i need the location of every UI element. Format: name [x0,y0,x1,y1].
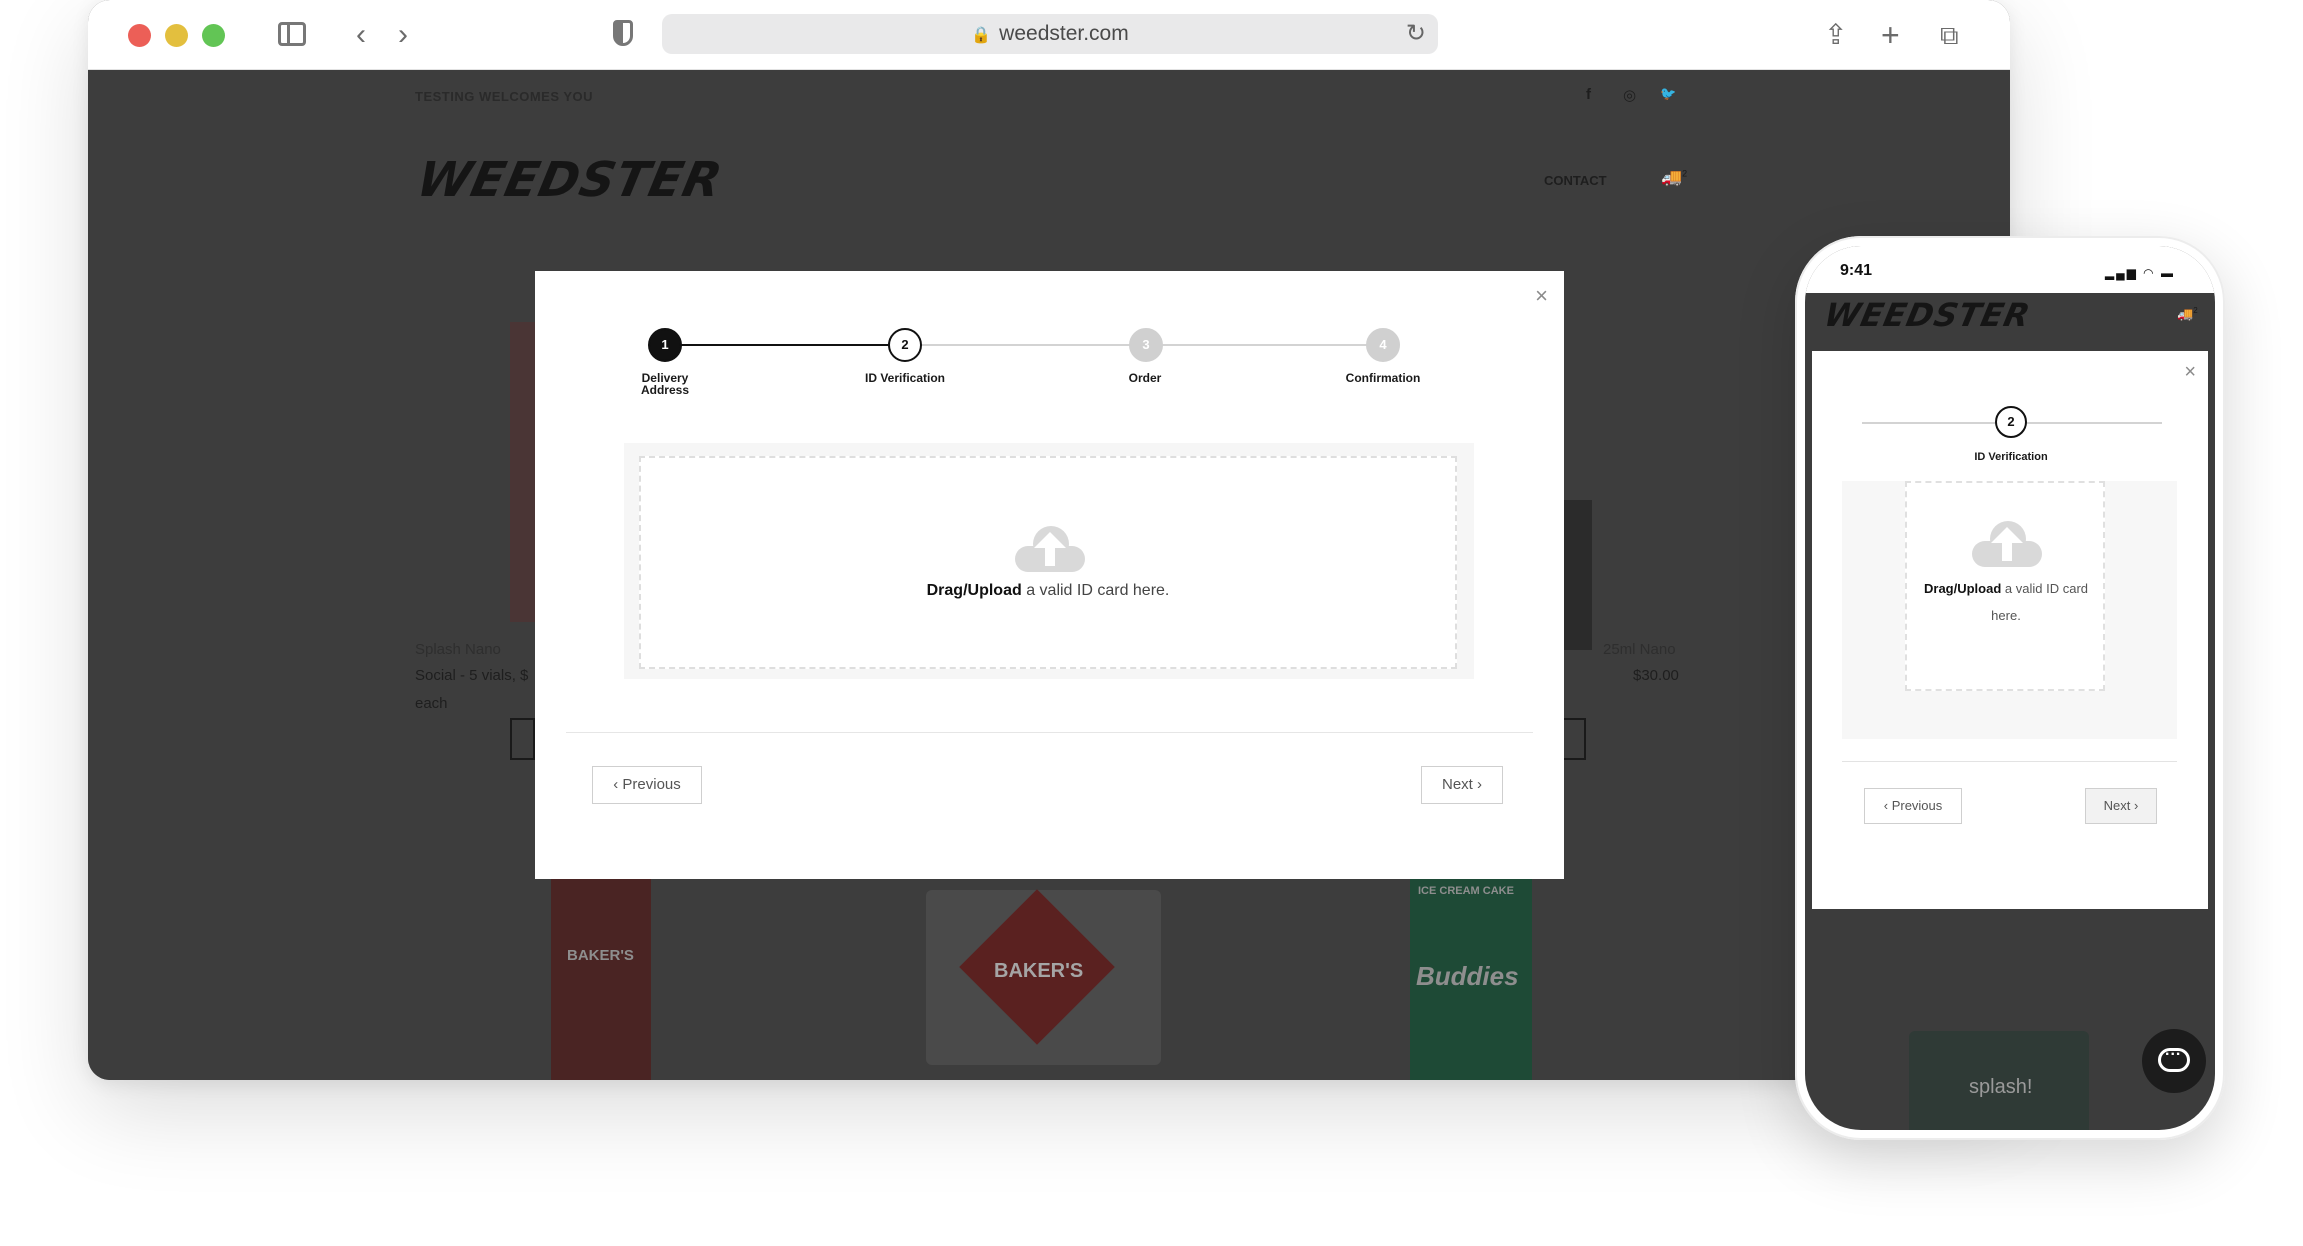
upload-area: Drag/Upload a valid ID card here. [624,443,1474,679]
privacy-shield-icon[interactable] [613,20,633,46]
phone-site-logo[interactable]: WEEDSTER [1821,296,2034,334]
step-1-label: Delivery Address [640,371,690,397]
chevron-right-icon: › [1472,776,1482,793]
phone-divider [1842,761,2177,762]
phone-upload-instructions: Drag/Upload a valid ID card here. [1917,575,2095,629]
step-1-indicator[interactable]: 1 [648,328,682,362]
close-icon[interactable]: × [1535,283,1548,309]
close-window-button[interactable] [128,24,151,47]
stepper-line-done [665,344,905,346]
nav-contact-link[interactable]: CONTACT [1544,173,1607,188]
product-image-bakers-tube[interactable]: BAKER'S [551,879,651,1080]
pack-label: ICE CREAM CAKE [1418,885,1514,897]
phone-step-label: ID Verification [1974,451,2048,463]
site-logo[interactable]: WEEDSTER [412,152,727,208]
product-name: 25ml Nano [1603,641,1676,658]
phone-pack-label: splash! [1969,1076,2033,1098]
pack-label: BAKER'S [994,960,1084,982]
share-icon[interactable]: ⇪ [1824,17,1847,53]
phone-upload-bold: Drag/Upload [1924,581,2002,596]
chat-button[interactable] [2142,1029,2206,1093]
phone-cart-icon[interactable]: 🚚2 [2177,306,2198,322]
product-desc-line2: each [415,695,448,712]
pack-label: BAKER'S [567,947,634,964]
upload-rest: a valid ID card here. [1021,582,1170,599]
upload-instructions: Drag/Upload a valid ID card here. [641,582,1455,600]
signal-battery-icon: ▂▄▆ ◠ ▬ [2104,266,2175,280]
lock-icon: 🔒 [971,27,992,44]
step-2-label: ID Verification [864,371,946,385]
next-label: Next [1441,776,1473,793]
id-dropzone[interactable]: Drag/Upload a valid ID card here. [639,456,1457,669]
phone-cloud-upload-icon [1972,521,2042,567]
product-image-buddies[interactable]: ICE CREAM CAKE Buddies [1410,879,1532,1080]
phone-close-icon[interactable]: × [2184,361,2196,384]
phone-product-image[interactable]: splash! [1909,1031,2089,1130]
step-4-label: Confirmation [1345,371,1421,385]
next-button[interactable]: Next › [1421,766,1503,804]
phone-previous-button[interactable]: ‹ Previous [1864,788,1962,824]
twitter-icon[interactable]: 🐦 [1660,86,1676,102]
website-background: TESTING WELCOMES YOU f ◎ 🐦 WEEDSTER CONT… [88,70,2010,1080]
step-3-label: Order [1128,371,1162,385]
phone-upload-rest: a valid ID card here. [1991,581,2088,623]
phone-id-dropzone[interactable]: Drag/Upload a valid ID card here. [1905,481,2105,691]
chevron-left-icon: ‹ [1883,798,1892,813]
back-arrow-icon[interactable]: ‹ [356,17,366,53]
reload-icon[interactable]: ↻ [1406,14,1426,54]
phone-upload-area: Drag/Upload a valid ID card here. [1842,481,2177,739]
chat-bubble-icon [2158,1042,2190,1072]
tabs-overview-icon[interactable]: ⧉ [1940,17,1959,53]
checkout-modal: × 1 2 3 4 Delivery Address ID Verificati… [535,271,1564,879]
facebook-icon[interactable]: f [1586,86,1591,103]
step-3-indicator[interactable]: 3 [1129,328,1163,362]
sidebar-toggle-icon[interactable] [278,22,306,46]
phone-screen: 9:41 ▂▄▆ ◠ ▬ WEEDSTER 🚚2 × 2 ID Verifica… [1805,246,2215,1130]
modal-divider [566,732,1533,733]
maximize-window-button[interactable] [202,24,225,47]
phone-previous-label: Previous [1891,798,1943,813]
phone-checkout-modal: × 2 ID Verification Drag/Upload a valid … [1812,351,2208,909]
cart-icon[interactable]: 🚚2 [1661,168,1687,188]
phone-frame: 9:41 ▂▄▆ ◠ ▬ WEEDSTER 🚚2 × 2 ID Verifica… [1795,236,2225,1140]
site-topline: TESTING WELCOMES YOU [415,89,594,104]
product-price: $30.00 [1633,667,1679,684]
step-4-indicator[interactable]: 4 [1366,328,1400,362]
phone-step-indicator[interactable]: 2 [1995,406,2027,438]
add-to-cart-button[interactable] [1564,718,1586,760]
previous-button[interactable]: ‹ Previous [592,766,702,804]
add-to-cart-button[interactable] [510,718,535,760]
browser-window: ‹ › 🔒 weedster.com ↻ ⇪ + ⧉ TESTING WELCOM… [88,0,2010,1080]
pack-label: Buddies [1416,961,1519,991]
product-name: Splash Nano [415,641,501,658]
minimize-window-button[interactable] [165,24,188,47]
step-2-indicator[interactable]: 2 [888,328,922,362]
previous-label: Previous [622,776,681,793]
browser-toolbar: ‹ › 🔒 weedster.com ↻ ⇪ + ⧉ [88,0,2010,70]
forward-arrow-icon[interactable]: › [398,17,408,53]
product-image[interactable] [1564,500,1592,650]
phone-cart-count: 2 [2193,306,2198,315]
address-bar[interactable]: 🔒 weedster.com ↻ [662,14,1438,54]
cart-count: 2 [1682,168,1688,179]
instagram-icon[interactable]: ◎ [1623,86,1636,104]
phone-next-button[interactable]: Next › [2085,788,2157,824]
upload-bold: Drag/Upload [926,582,1022,599]
url-text: weedster.com [999,22,1129,45]
product-image-bakers-card[interactable]: BAKER'S [926,889,1161,1065]
chevron-right-icon: › [2130,798,2139,813]
cloud-upload-icon [1015,526,1085,572]
product-desc-line1: Social - 5 vials, $ [415,667,529,684]
phone-status-bar: 9:41 ▂▄▆ ◠ ▬ [1805,246,2215,293]
new-tab-icon[interactable]: + [1881,17,1900,53]
phone-next-label: Next [2103,798,2131,813]
status-time: 9:41 [1840,262,1873,279]
